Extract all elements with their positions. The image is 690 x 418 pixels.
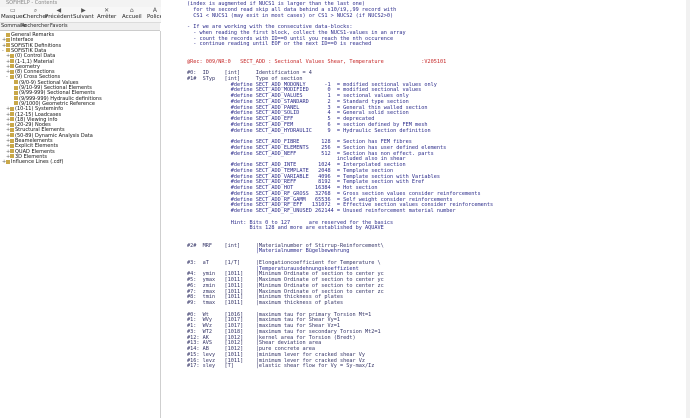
book-icon	[6, 43, 10, 48]
book-icon	[6, 32, 10, 37]
content-line: #define SECT_ADD_HYDRAULIC 9 = Hydraulic…	[187, 127, 431, 134]
accueil-button[interactable]: ⌂ Accueil	[122, 7, 142, 22]
arrêter-button[interactable]: ✕ Arrêter	[97, 7, 116, 22]
book-icon	[10, 149, 14, 154]
book-icon	[10, 133, 14, 138]
book-icon	[14, 101, 18, 106]
tab-favoris[interactable]: Favoris	[50, 23, 68, 30]
content-line: Bits 128 and more are established by AQU…	[187, 225, 384, 232]
window-title: SOFiHELP - Contents	[6, 0, 58, 6]
book-icon	[10, 138, 14, 143]
suivant-button[interactable]: ▶ Suivant	[73, 7, 94, 22]
précédent-button[interactable]: ◀ Précédent	[45, 7, 73, 22]
book-icon	[6, 37, 10, 42]
book-icon	[10, 69, 14, 74]
book-icon	[6, 159, 10, 164]
contents-tree[interactable]: General Remarks + Interface + SOFiSTiK Defin…	[0, 31, 161, 418]
book-icon	[10, 154, 14, 159]
book-icon	[14, 96, 18, 101]
content-line: #9: tmax [1011] |maximum thickness of pl…	[187, 300, 344, 306]
book-icon	[10, 64, 14, 69]
book-icon	[10, 117, 14, 122]
book-icon	[10, 59, 14, 63]
book-icon	[10, 112, 14, 116]
book-icon	[14, 85, 18, 90]
book-icon	[10, 106, 14, 111]
masquer-button[interactable]: ▭ Masquer	[1, 7, 25, 22]
toolbar-button-label: Précédent	[45, 14, 73, 20]
toolbar-button-label: Accueil	[122, 14, 142, 20]
toolbar-button-label: Arrêter	[97, 14, 117, 20]
content-line: |Materialnummer Bügelbewehrung	[187, 248, 350, 255]
book-icon	[10, 127, 14, 132]
content-line: - continue reading until EOF or the next…	[187, 41, 372, 48]
book-icon	[6, 48, 10, 53]
help-content: (index is augmented if NUCS1 is larger t…	[161, 0, 690, 418]
vertical-scrollbar[interactable]	[686, 0, 690, 418]
book-icon	[14, 80, 18, 85]
content-line: #17: sley [T] |elastic shear flow for Vy…	[187, 363, 375, 370]
toolbar-button-label: Suivant	[73, 14, 94, 20]
tree-item-label: Influence Lines (.cdf)	[11, 159, 64, 166]
content-line: #define SECT_ADD_RF_UNUSED 262144 = Unus…	[187, 208, 456, 214]
book-icon	[10, 53, 14, 58]
content-line: @Rec: 009/NR:0 SECT_ADD : Sectional Valu…	[187, 58, 447, 65]
tree-item[interactable]: + Influence Lines (.cdf)	[2, 159, 63, 165]
toolbar-button-label: Masquer	[1, 14, 25, 20]
content-line: CS1 < NUCS1 (may exit in most cases) or …	[187, 12, 394, 19]
book-icon	[10, 74, 14, 79]
book-icon	[10, 122, 14, 127]
book-icon	[10, 143, 14, 148]
book-icon	[14, 90, 18, 95]
nav-tabs: Sommaire Rechercher Favoris	[0, 23, 160, 31]
tab-rechercher[interactable]: Rechercher	[21, 23, 49, 30]
